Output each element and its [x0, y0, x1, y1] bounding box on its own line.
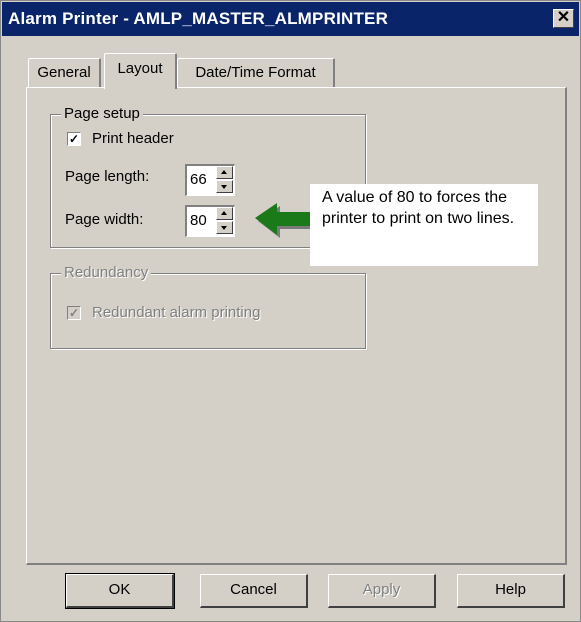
- title-bar[interactable]: Alarm Printer - AMLP_MASTER_ALMPRINTER ✕: [2, 2, 579, 36]
- spin-down-icon: [221, 185, 227, 189]
- green-arrow-icon: [255, 203, 316, 238]
- cancel-button[interactable]: Cancel: [200, 574, 308, 608]
- redundant-printing-checkbox[interactable]: ✓: [67, 306, 81, 320]
- tab-layout[interactable]: Layout: [104, 53, 177, 89]
- print-header-checkbox[interactable]: ✓: [67, 132, 81, 146]
- spin-down-icon: [221, 226, 227, 230]
- help-button[interactable]: Help: [457, 574, 565, 608]
- page-length-value[interactable]: 66: [190, 171, 207, 188]
- print-header-label[interactable]: Print header: [92, 130, 174, 147]
- tab-date-time-format-label: Date/Time Format: [195, 64, 316, 81]
- tab-layout-label: Layout: [117, 60, 163, 77]
- apply-button[interactable]: Apply: [328, 574, 436, 608]
- page-width-label: Page width:: [65, 211, 144, 228]
- window-title: Alarm Printer - AMLP_MASTER_ALMPRINTER: [8, 9, 389, 28]
- close-button[interactable]: ✕: [553, 9, 574, 28]
- dialog-window: Alarm Printer - AMLP_MASTER_ALMPRINTER ✕…: [0, 0, 581, 622]
- close-icon: ✕: [556, 9, 571, 26]
- tab-date-time-format[interactable]: Date/Time Format: [177, 58, 335, 88]
- redundancy-legend: Redundancy: [61, 264, 152, 281]
- annotation-text: A value of 80 to forces the printer to p…: [322, 189, 515, 227]
- page-length-stepper[interactable]: 66: [185, 164, 235, 196]
- tab-general-label: General: [37, 64, 91, 81]
- page-width-stepper[interactable]: 80: [185, 205, 235, 237]
- tab-general[interactable]: General: [28, 58, 101, 88]
- annotation-callout: A value of 80 to forces the printer to p…: [310, 184, 538, 266]
- redundant-printing-label[interactable]: Redundant alarm printing: [92, 304, 260, 321]
- page-length-up-button[interactable]: [216, 166, 233, 179]
- spin-up-icon: [221, 211, 227, 215]
- spin-up-icon: [221, 170, 227, 174]
- ok-button[interactable]: OK: [65, 573, 175, 609]
- page-width-down-button[interactable]: [216, 221, 233, 234]
- page-setup-legend: Page setup: [61, 105, 143, 122]
- page-width-up-button[interactable]: [216, 207, 233, 220]
- page-length-down-button[interactable]: [216, 180, 233, 193]
- page-length-label: Page length:: [65, 168, 150, 185]
- page-width-value[interactable]: 80: [190, 212, 207, 229]
